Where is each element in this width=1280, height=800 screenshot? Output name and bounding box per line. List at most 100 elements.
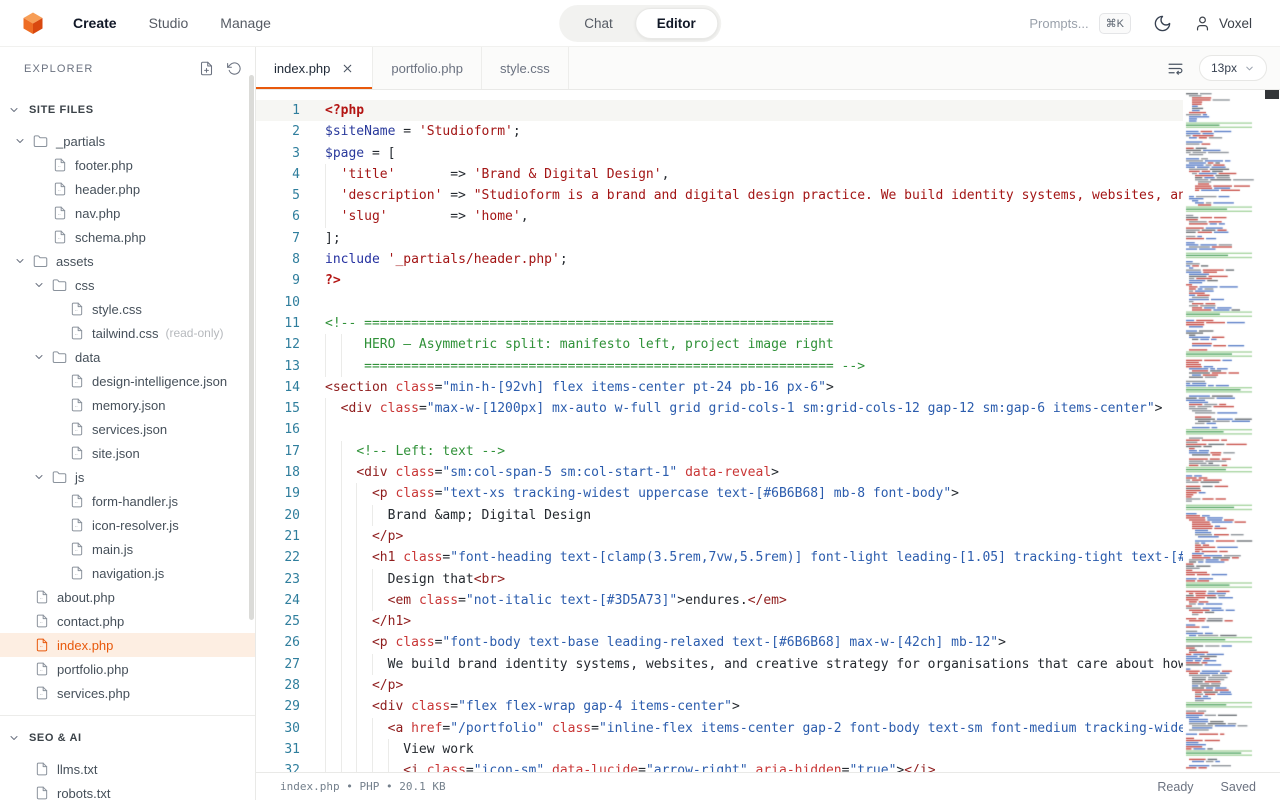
code-line-3[interactable]: 3$page = [: [256, 143, 1183, 164]
code-line-12[interactable]: 12 HERO — Asymmetric split: manifesto le…: [256, 334, 1183, 355]
tree-file-style-css[interactable]: style.css: [0, 297, 255, 321]
tab-style-css[interactable]: style.css: [482, 47, 569, 89]
file-icon: [70, 446, 84, 460]
tree-file-about-php[interactable]: about.php: [0, 585, 255, 609]
sidebar-scrollbar[interactable]: [249, 75, 254, 620]
code-line-2[interactable]: 2$siteName = 'Studioform';: [256, 121, 1183, 142]
code-line-7[interactable]: 7];: [256, 228, 1183, 249]
code-line-26[interactable]: 26 <p class="font-body text-base leading…: [256, 632, 1183, 653]
tree-file-robots-txt[interactable]: robots.txt: [0, 781, 255, 800]
tree-file-icon-resolver-js[interactable]: icon-resolver.js: [0, 513, 255, 537]
close-tab-icon[interactable]: [341, 62, 354, 75]
tree-file-tailwind-css[interactable]: tailwind.css(read-only): [0, 321, 255, 345]
nav-item-manage[interactable]: Manage: [220, 15, 271, 31]
code-line-9[interactable]: 9?>: [256, 270, 1183, 291]
tree-file-services-json[interactable]: services.json: [0, 417, 255, 441]
tree-file-llms-txt[interactable]: llms.txt: [0, 757, 255, 781]
primary-nav: Create Studio Manage: [73, 15, 271, 31]
tree-folder-js[interactable]: js: [0, 465, 255, 489]
moon-icon: [1153, 14, 1172, 33]
editor-controls: 13px: [1167, 47, 1280, 89]
code-line-21[interactable]: 21 </p>: [256, 526, 1183, 547]
topbar-right: Prompts... ⌘K Voxel: [1029, 13, 1252, 34]
file-info: index.php • PHP • 20.1 KB: [280, 780, 446, 793]
tree-section-site-files[interactable]: SITE FILES: [0, 98, 255, 122]
code-line-14[interactable]: 14<section class="min-h-[92vh] flex item…: [256, 377, 1183, 398]
tree-file-design-intelligence-json[interactable]: design-intelligence.json: [0, 369, 255, 393]
prompts-button[interactable]: Prompts... ⌘K: [1029, 13, 1131, 34]
new-file-button[interactable]: [199, 61, 214, 76]
tree-file-site-json[interactable]: site.json: [0, 441, 255, 465]
code-line-5[interactable]: 5 'description' => "Studioform is a bran…: [256, 185, 1183, 206]
code-editor[interactable]: 1<?php2$siteName = 'Studioform';3$page =…: [256, 90, 1183, 772]
code-line-16[interactable]: 16: [256, 419, 1183, 440]
code-line-20[interactable]: 20 Brand &amp; Digital Design: [256, 505, 1183, 526]
code-line-23[interactable]: 23 Design that<br>: [256, 569, 1183, 590]
tree-folder--partials[interactable]: _partials: [0, 129, 255, 153]
tree-file-footer-php[interactable]: footer.php: [0, 153, 255, 177]
tab-index-php[interactable]: index.php: [256, 47, 373, 89]
code-line-27[interactable]: 27 We build brand identity systems, webs…: [256, 654, 1183, 675]
code-line-1[interactable]: 1<?php: [256, 100, 1183, 121]
tree-file-schema-php[interactable]: schema.php: [0, 225, 255, 249]
code-line-8[interactable]: 8include '_partials/header.php';: [256, 249, 1183, 270]
file-icon: [35, 662, 49, 676]
tree-file-header-php[interactable]: header.php: [0, 177, 255, 201]
body-row: EXPLORER SITE FILES_partialsfooter.phphe…: [0, 47, 1280, 800]
nav-item-studio[interactable]: Studio: [149, 15, 189, 31]
code-line-32[interactable]: 32 <i class="icon-sm" data-lucide="arrow…: [256, 760, 1183, 772]
code-line-13[interactable]: 13 =====================================…: [256, 356, 1183, 377]
tree-section-seo-ai[interactable]: SEO & AI: [0, 726, 255, 750]
tree-file-portfolio-php[interactable]: portfolio.php: [0, 657, 255, 681]
refresh-button[interactable]: [227, 61, 242, 76]
code-line-4[interactable]: 4 'title' => 'Brand & Digital Design',: [256, 164, 1183, 185]
status-right: Ready Saved: [1157, 780, 1256, 794]
font-size-select[interactable]: 13px: [1199, 55, 1267, 81]
tab-portfolio-php[interactable]: portfolio.php: [373, 47, 482, 89]
tree-file-navigation-js[interactable]: navigation.js: [0, 561, 255, 585]
mode-tab-chat[interactable]: Chat: [562, 8, 635, 39]
tree-folder-css[interactable]: css: [0, 273, 255, 297]
main-area: index.phpportfolio.phpstyle.css 13px: [256, 47, 1280, 800]
line-number: 13: [256, 356, 325, 377]
code-line-24[interactable]: 24 <em class="not-italic text-[#3D5A73]"…: [256, 590, 1183, 611]
code-line-30[interactable]: 30 <a href="/portfolio" class="inline-fl…: [256, 718, 1183, 739]
editor-pane: 1<?php2$siteName = 'Studioform';3$page =…: [256, 90, 1280, 772]
tree-folder-assets[interactable]: assets: [0, 249, 255, 273]
editor-scrollbar-thumb[interactable]: [1265, 90, 1279, 99]
tree-file-nav-php[interactable]: nav.php: [0, 201, 255, 225]
code-line-31[interactable]: 31 View work: [256, 739, 1183, 760]
user-menu[interactable]: Voxel: [1194, 15, 1252, 32]
nav-item-create[interactable]: Create: [73, 15, 117, 31]
file-icon: [70, 566, 84, 580]
line-number: 1: [256, 100, 325, 121]
status-bar: index.php • PHP • 20.1 KB Ready Saved: [256, 772, 1280, 800]
tree-file-services-php[interactable]: services.php: [0, 681, 255, 705]
app-logo-cube-icon[interactable]: [20, 10, 46, 36]
code-line-11[interactable]: 11<!-- =================================…: [256, 313, 1183, 334]
minimap[interactable]: [1183, 90, 1264, 772]
theme-toggle-button[interactable]: [1153, 14, 1172, 33]
code-line-18[interactable]: 18 <div class="sm:col-span-5 sm:col-star…: [256, 462, 1183, 483]
tree-folder-data[interactable]: data: [0, 345, 255, 369]
line-number: 12: [256, 334, 325, 355]
code-line-25[interactable]: 25 </h1>: [256, 611, 1183, 632]
tree-file-contact-php[interactable]: contact.php: [0, 609, 255, 633]
code-line-19[interactable]: 19 <p class="text-xs tracking-widest upp…: [256, 483, 1183, 504]
tree-file-memory-json[interactable]: memory.json: [0, 393, 255, 417]
code-line-28[interactable]: 28 </p>: [256, 675, 1183, 696]
code-line-15[interactable]: 15 <div class="max-w-[1200px] mx-auto w-…: [256, 398, 1183, 419]
tree-file-form-handler-js[interactable]: form-handler.js: [0, 489, 255, 513]
line-number: 22: [256, 547, 325, 568]
mode-tab-editor[interactable]: Editor: [635, 8, 718, 39]
editor-scrollbar[interactable]: [1264, 90, 1280, 772]
code-line-22[interactable]: 22 <h1 class="font-heading text-[clamp(3…: [256, 547, 1183, 568]
tree-file-index-php[interactable]: index.php: [0, 633, 255, 657]
code-line-17[interactable]: 17 <!-- Left: text -->: [256, 441, 1183, 462]
word-wrap-button[interactable]: [1167, 60, 1184, 77]
code-line-6[interactable]: 6 'slug' => 'home',: [256, 206, 1183, 227]
code-line-29[interactable]: 29 <div class="flex flex-wrap gap-4 item…: [256, 696, 1183, 717]
tree-file-main-js[interactable]: main.js: [0, 537, 255, 561]
code-line-10[interactable]: 10: [256, 292, 1183, 313]
line-number: 18: [256, 462, 325, 483]
